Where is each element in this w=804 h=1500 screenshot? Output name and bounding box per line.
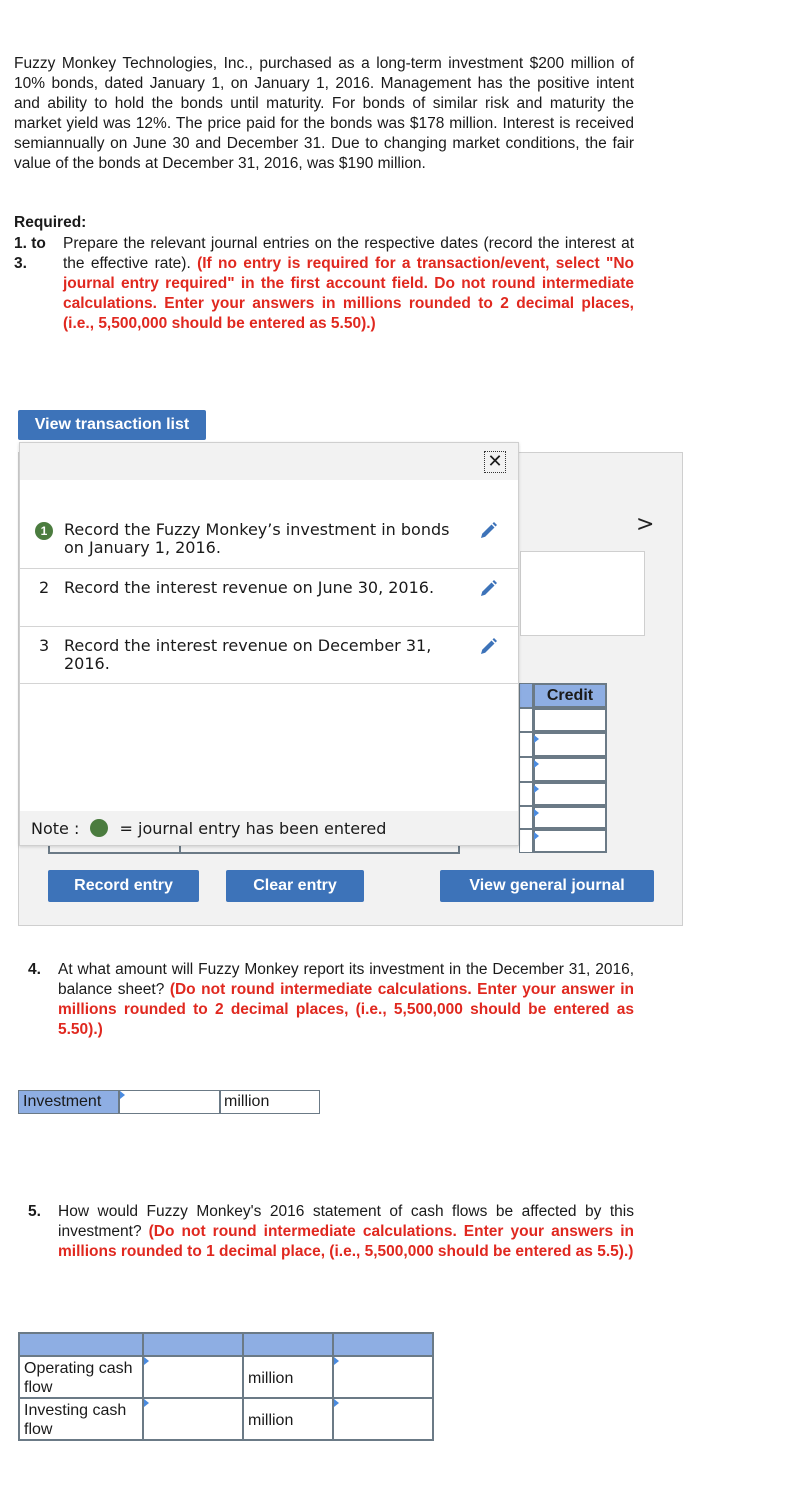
- input-marker-icon: [534, 760, 539, 768]
- clear-entry-button[interactable]: Clear entry: [226, 870, 364, 902]
- credit-input[interactable]: [533, 757, 607, 782]
- cash-flow-header-cell: [332, 1332, 434, 1357]
- required-number: 1. to 3.: [14, 235, 46, 272]
- entered-dot-icon: [90, 819, 109, 837]
- investment-input[interactable]: [119, 1090, 220, 1114]
- transaction-number: 2: [39, 578, 50, 597]
- required-text: Prepare the relevant journal entries on …: [63, 234, 634, 334]
- close-icon[interactable]: ✕: [484, 451, 506, 473]
- input-marker-icon: [534, 785, 539, 793]
- transaction-item-3[interactable]: 3 Record the interest revenue on Decembe…: [20, 637, 518, 684]
- investment-label: Investment: [18, 1090, 119, 1114]
- q5-instruction: (Do not round intermediate calculations.…: [58, 1223, 634, 1260]
- input-marker-icon: [120, 1091, 125, 1099]
- cash-flow-header-cell: [242, 1332, 334, 1357]
- pencil-icon[interactable]: [478, 579, 498, 599]
- investing-cash-flow-select[interactable]: [142, 1397, 244, 1441]
- credit-input[interactable]: [533, 806, 607, 829]
- note-text: Note : = journal entry has been entered: [31, 819, 386, 838]
- debit-input-edge[interactable]: [519, 829, 533, 853]
- transaction-item-1[interactable]: 1 Record the Fuzzy Monkey’s investment i…: [20, 521, 518, 569]
- note-suffix: = journal entry has been entered: [119, 819, 387, 838]
- investing-cash-flow-unit: million: [242, 1397, 334, 1441]
- journal-row-divider: [179, 846, 181, 854]
- view-transaction-list-button[interactable]: View transaction list: [18, 410, 206, 440]
- journal-entry-area: [520, 551, 645, 636]
- popup-note: Note : = journal entry has been entered: [20, 811, 518, 845]
- transaction-number: 3: [39, 636, 50, 655]
- operating-cash-flow-select[interactable]: [142, 1355, 244, 1399]
- credit-input[interactable]: [533, 708, 607, 732]
- operating-cash-flow-label: Operating cash flow: [18, 1355, 144, 1399]
- q4-number: 4.: [28, 961, 41, 978]
- transaction-item-2[interactable]: 2 Record the interest revenue on June 30…: [20, 579, 518, 627]
- credit-input[interactable]: [533, 732, 607, 757]
- credit-input[interactable]: [533, 782, 607, 806]
- cash-flow-header-cell: [18, 1332, 144, 1357]
- debit-input-edge[interactable]: [519, 757, 533, 782]
- required-title: Required:: [14, 214, 87, 231]
- journal-row-edge: [48, 846, 460, 854]
- debit-input-edge[interactable]: [519, 806, 533, 829]
- input-marker-icon: [334, 1399, 339, 1407]
- q4-text: At what amount will Fuzzy Monkey report …: [58, 960, 634, 1040]
- pencil-icon[interactable]: [478, 637, 498, 657]
- operating-cash-flow-unit: million: [242, 1355, 334, 1399]
- input-marker-icon: [334, 1357, 339, 1365]
- debit-input-edge[interactable]: [519, 732, 533, 757]
- view-general-journal-button[interactable]: View general journal: [440, 870, 654, 902]
- pencil-icon[interactable]: [478, 521, 498, 541]
- input-marker-icon: [534, 832, 539, 840]
- q5-text: How would Fuzzy Monkey's 2016 statement …: [58, 1202, 634, 1262]
- transaction-label: Record the interest revenue on December …: [64, 636, 432, 673]
- popup-header: ✕: [20, 443, 518, 480]
- investing-cash-flow-label: Investing cash flow: [18, 1397, 144, 1441]
- problem-paragraph: Fuzzy Monkey Technologies, Inc., purchas…: [14, 55, 634, 172]
- input-marker-icon: [534, 735, 539, 743]
- check-circle-icon: 1: [35, 522, 53, 540]
- credit-column-header: Credit: [533, 683, 607, 708]
- transaction-label: Record the Fuzzy Monkey’s investment in …: [64, 520, 450, 557]
- credit-header-edge: [519, 683, 533, 708]
- input-marker-icon: [144, 1399, 149, 1407]
- debit-input-edge[interactable]: [519, 782, 533, 806]
- chevron-right-icon[interactable]: >: [636, 512, 654, 537]
- investing-cash-flow-input[interactable]: [332, 1397, 434, 1441]
- q5-number: 5.: [28, 1203, 41, 1220]
- operating-cash-flow-input[interactable]: [332, 1355, 434, 1399]
- note-prefix: Note :: [31, 819, 80, 838]
- transaction-label: Record the interest revenue on June 30, …: [64, 578, 435, 597]
- record-entry-button[interactable]: Record entry: [48, 870, 199, 902]
- input-marker-icon: [144, 1357, 149, 1365]
- cash-flow-header-cell: [142, 1332, 244, 1357]
- input-marker-icon: [534, 809, 539, 817]
- transaction-list-popup: ✕ 1 Record the Fuzzy Monkey’s investment…: [19, 442, 519, 846]
- credit-input[interactable]: [533, 829, 607, 853]
- investment-unit: million: [220, 1090, 320, 1114]
- debit-input-edge[interactable]: [519, 708, 533, 732]
